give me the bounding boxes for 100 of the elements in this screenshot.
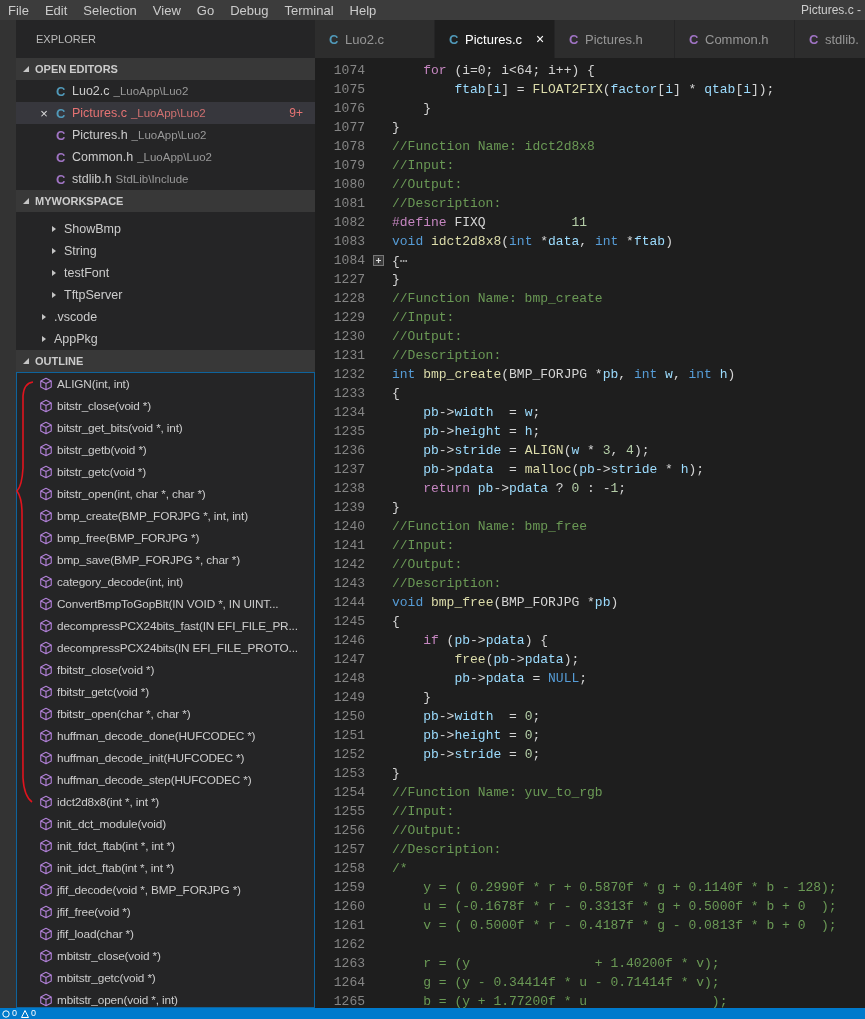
outline-item[interactable]: init_fdct_ftab(int *, int *) xyxy=(17,835,314,857)
section-header[interactable]: OPEN EDITORS xyxy=(16,58,315,80)
outline-item[interactable]: mbitstr_close(void *) xyxy=(17,945,314,967)
folder-item[interactable]: ShowBmp xyxy=(16,218,315,240)
menu-item[interactable]: Debug xyxy=(222,2,277,18)
open-editor-item[interactable]: × C Pictures.c _LuoApp\Luo2 9+ xyxy=(16,102,315,124)
outline-item[interactable]: ConvertBmpToGopBlt(IN VOID *, IN UINT... xyxy=(17,593,314,615)
outline-item[interactable]: bitstr_getc(void *) xyxy=(17,461,314,483)
line-number: 1084 xyxy=(332,253,365,268)
folder-item[interactable]: String xyxy=(16,240,315,262)
outline-item[interactable]: init_idct_ftab(int *, int *) xyxy=(17,857,314,879)
outline-item[interactable]: bitstr_get_bits(void *, int) xyxy=(17,417,314,439)
outline-item[interactable]: bmp_save(BMP_FORJPG *, char *) xyxy=(17,549,314,571)
folder-item[interactable]: AppPkg xyxy=(16,328,315,350)
expand-chevron-icon[interactable] xyxy=(50,225,58,233)
expand-chevron-icon[interactable] xyxy=(50,291,58,299)
outline-item[interactable]: jfif_load(char *) xyxy=(17,923,314,945)
menu-item[interactable]: Selection xyxy=(75,2,145,18)
outline-item[interactable]: fbitstr_close(void *) xyxy=(17,659,314,681)
expand-chevron-icon[interactable] xyxy=(40,335,48,343)
outline-item[interactable]: mbitstr_open(void *, int) xyxy=(17,989,314,1007)
code-line: {⋯ xyxy=(392,252,408,269)
expand-chevron-icon[interactable] xyxy=(50,247,58,255)
outline-item[interactable]: init_dct_module(void) xyxy=(17,813,314,835)
editor-tab[interactable]: C Luo2.c xyxy=(315,20,435,58)
collapse-chevron-icon[interactable] xyxy=(22,65,30,73)
line-number: 1234 xyxy=(332,405,365,420)
code-line: /* xyxy=(392,861,408,876)
outline-item[interactable]: category_decode(int, int) xyxy=(17,571,314,593)
c-file-icon: C xyxy=(56,105,66,121)
menu-item[interactable]: File xyxy=(0,2,37,18)
outline-item[interactable]: fbitstr_open(char *, char *) xyxy=(17,703,314,725)
code-line: int bmp_create(BMP_FORJPG *pb, int w, int h) xyxy=(392,367,736,382)
cube-icon xyxy=(39,487,53,501)
outline-item[interactable]: decompressPCX24bits_fast(IN EFI_FILE_PR... xyxy=(17,615,314,637)
editor-tab[interactable]: C Pictures.c × xyxy=(435,20,555,58)
code-line: //Function Name: yuv_to_rgb xyxy=(392,785,603,800)
editor-tab[interactable]: C Common.h xyxy=(675,20,795,58)
outline-item[interactable]: fbitstr_getc(void *) xyxy=(17,681,314,703)
line-number: 1255 xyxy=(332,804,365,819)
folder-name: testFont xyxy=(64,266,110,280)
outline-item[interactable]: idct2d8x8(int *, int *) xyxy=(17,791,314,813)
line-number: 1242 xyxy=(332,557,365,572)
warning-icon xyxy=(21,1009,29,1018)
outline-item[interactable]: jfif_decode(void *, BMP_FORJPG *) xyxy=(17,879,314,901)
menu-item[interactable]: View xyxy=(144,2,189,18)
cube-icon xyxy=(39,465,53,479)
outline-item[interactable]: jfif_free(void *) xyxy=(17,901,314,923)
menu-item[interactable]: Help xyxy=(341,2,385,18)
section-header[interactable]: OUTLINE xyxy=(16,350,315,372)
expand-fold-icon[interactable] xyxy=(373,255,384,266)
outline-item[interactable]: huffman_decode_step(HUFCODEC *) xyxy=(17,769,314,791)
expand-chevron-icon[interactable] xyxy=(40,313,48,321)
open-editor-item[interactable]: C Pictures.h _LuoApp\Luo2 xyxy=(16,124,315,146)
status-count[interactable]: 0 xyxy=(31,1008,37,1019)
outline-item[interactable]: huffman_decode_init(HUFCODEC *) xyxy=(17,747,314,769)
folder-item[interactable]: testFont xyxy=(16,262,315,284)
menu-item[interactable]: Edit xyxy=(36,2,76,18)
open-editor-item[interactable]: C Common.h _LuoApp\Luo2 xyxy=(16,146,315,168)
line-number: 1078 xyxy=(332,139,365,154)
cube-icon xyxy=(39,927,53,941)
folder-item[interactable]: TftpServer xyxy=(16,284,315,306)
outline-item[interactable]: mbitstr_getc(void *) xyxy=(17,967,314,989)
file-name: Luo2.c xyxy=(72,84,110,98)
close-icon[interactable]: × xyxy=(536,31,545,47)
editor-tab[interactable]: C Pictures.h xyxy=(555,20,675,58)
menu-item[interactable]: Go xyxy=(188,2,223,18)
outline-item[interactable]: decompressPCX24bits(IN EFI_FILE_PROTO... xyxy=(17,637,314,659)
folder-item[interactable]: .vscode xyxy=(16,306,315,328)
code-line: pb->stride = ALIGN(w * 3, 4); xyxy=(422,443,650,458)
cube-icon xyxy=(39,443,53,457)
outline-item[interactable]: huffman_decode_done(HUFCODEC *) xyxy=(17,725,314,747)
menu-item[interactable]: Terminal xyxy=(276,2,342,18)
close-icon[interactable]: × xyxy=(32,105,56,121)
code-line: if (pb->pdata) { xyxy=(422,633,549,648)
collapse-chevron-icon[interactable] xyxy=(22,357,30,365)
status-count[interactable]: 0 xyxy=(12,1008,17,1019)
outline-item[interactable]: bmp_create(BMP_FORJPG *, int, int) xyxy=(17,505,314,527)
line-number: 1243 xyxy=(332,576,365,591)
line-number: 1082 xyxy=(332,215,365,230)
outline-item[interactable]: bitstr_getb(void *) xyxy=(17,439,314,461)
editor-tab[interactable]: C stdlib. xyxy=(795,20,865,58)
outline-item[interactable]: ALIGN(int, int) xyxy=(17,373,314,395)
code-line: //Function Name: bmp_create xyxy=(392,291,603,306)
expand-chevron-icon[interactable] xyxy=(50,269,58,277)
cube-icon xyxy=(39,509,53,523)
cube-icon xyxy=(39,575,53,589)
open-editor-item[interactable]: C Luo2.c _LuoApp\Luo2 xyxy=(16,80,315,102)
collapse-chevron-icon[interactable] xyxy=(22,197,30,205)
cube-icon xyxy=(39,619,53,633)
folder-name: ShowBmp xyxy=(64,222,121,236)
outline-item[interactable]: bitstr_close(void *) xyxy=(17,395,314,417)
window-title: Pictures.c - xyxy=(801,3,862,17)
open-editor-item[interactable]: C stdlib.h StdLib\Include xyxy=(16,168,315,190)
outline-item[interactable]: bmp_free(BMP_FORJPG *) xyxy=(17,527,314,549)
outline-item[interactable]: bitstr_open(int, char *, char *) xyxy=(17,483,314,505)
code-line: return pb->pdata ? 0 : -1; xyxy=(422,481,627,496)
folder-name: TftpServer xyxy=(64,288,123,302)
code-line: //Output: xyxy=(392,823,463,838)
section-header[interactable]: MYWORKSPACE xyxy=(16,190,315,212)
